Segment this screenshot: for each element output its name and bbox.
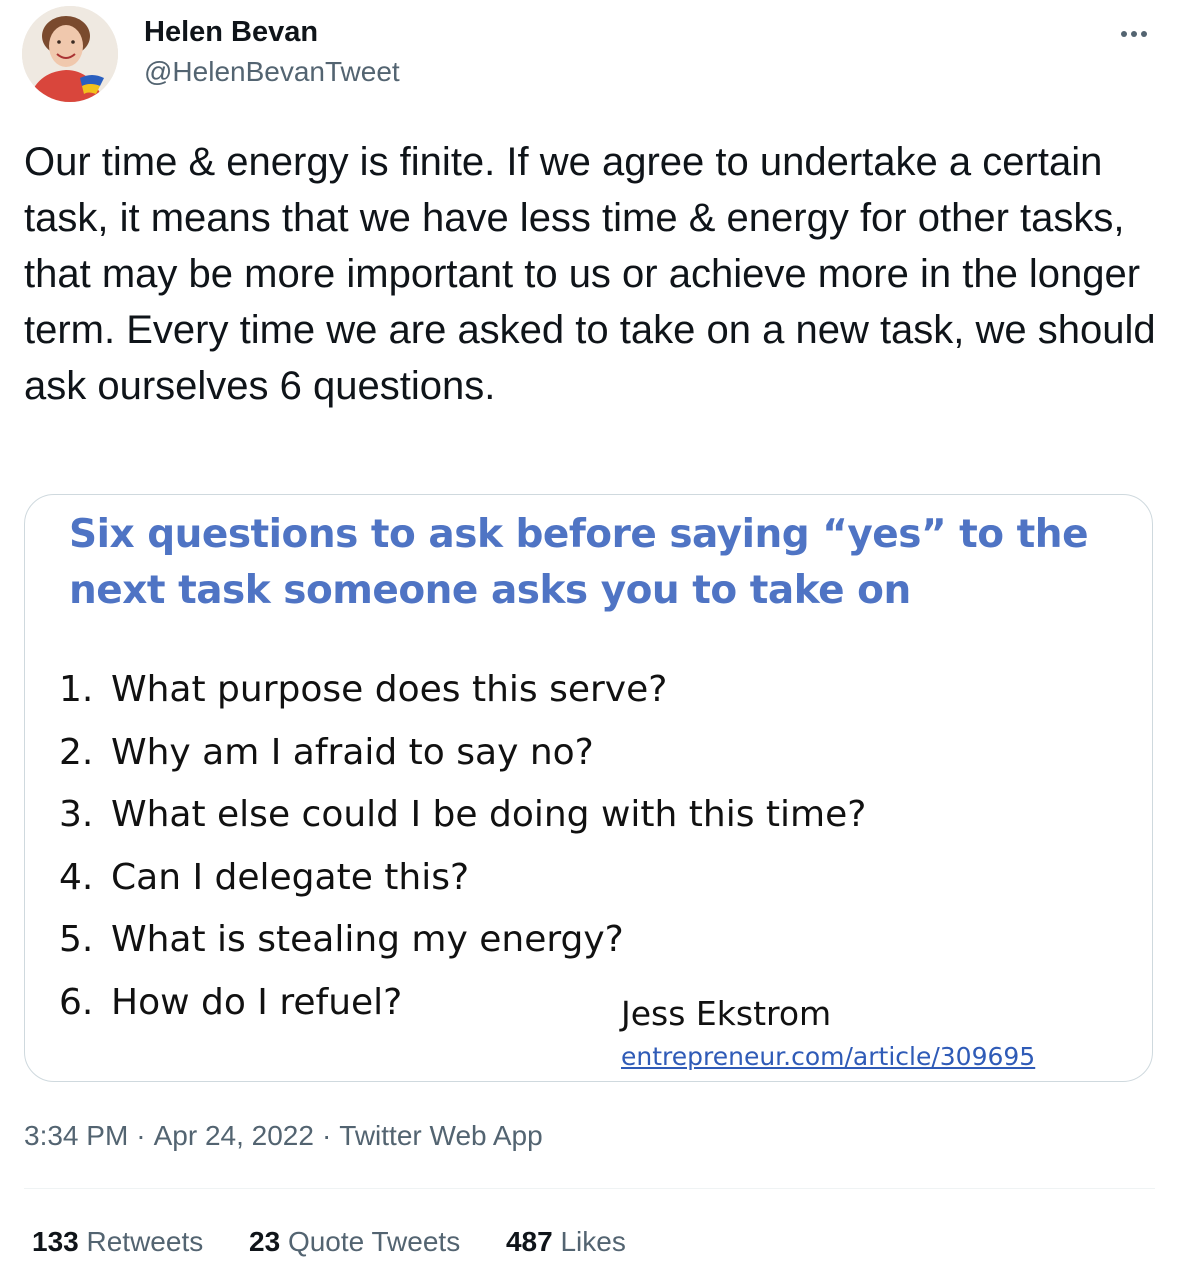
meta-separator: · (321, 1120, 332, 1151)
image-attribution: Jess Ekstrom (621, 994, 832, 1033)
tweet: Helen Bevan @HelenBevanTweet Our time & … (0, 0, 1182, 1276)
quote-tweets-stat[interactable]: 23 Quote Tweets (249, 1222, 460, 1262)
retweets-label: Retweets (86, 1226, 204, 1257)
list-number: 1. (59, 669, 94, 710)
tweet-stats: 133 Retweets 23 Quote Tweets 487 Likes (32, 1222, 664, 1262)
retweets-stat[interactable]: 133 Retweets (32, 1222, 203, 1262)
tweet-text: Our time & energy is finite. If we agree… (24, 140, 1156, 408)
divider (24, 1188, 1155, 1189)
list-item: 2. Why am I afraid to say no? (59, 722, 866, 785)
quote-tweets-count: 23 (249, 1226, 281, 1257)
author-name[interactable]: Helen Bevan (144, 14, 318, 50)
quote-tweets-label: Quote Tweets (287, 1226, 461, 1257)
tweet-image[interactable]: Six questions to ask before saying “yes”… (24, 494, 1153, 1082)
more-horizontal-icon (1121, 31, 1147, 37)
list-item: 4. Can I delegate this? (59, 847, 866, 910)
list-item: 1. What purpose does this serve? (59, 659, 866, 722)
retweets-count: 133 (32, 1226, 79, 1257)
list-item: 5. What is stealing my energy? (59, 909, 866, 972)
likes-count: 487 (505, 1226, 553, 1257)
tweet-date[interactable]: Apr 24, 2022 (154, 1120, 314, 1151)
tweet-time[interactable]: 3:34 PM (24, 1120, 128, 1151)
question-text: Can I delegate this? (111, 856, 470, 898)
list-number: 3. (59, 794, 94, 835)
question-text: What is stealing my energy? (111, 919, 624, 960)
question-text: What else could I be doing with this tim… (111, 794, 867, 835)
list-number: 6. (59, 981, 94, 1023)
question-list: 1. What purpose does this serve? 2. Why am… (59, 659, 866, 1034)
list-item: 3. What else could I be doing with this t… (59, 784, 866, 847)
likes-label: Likes (560, 1226, 626, 1257)
image-source-link: entrepreneur.com/article/309695 (621, 1042, 1036, 1071)
tweet-source[interactable]: Twitter Web App (339, 1120, 542, 1151)
likes-stat[interactable]: 487 Likes (506, 1222, 626, 1262)
image-title: Six questions to ask before saying “yes”… (69, 512, 1089, 613)
list-number: 2. (59, 731, 94, 773)
avatar[interactable] (22, 6, 118, 102)
question-text: What purpose does this serve? (111, 669, 668, 710)
list-number: 4. (59, 856, 94, 898)
question-text: Why am I afraid to say no? (111, 731, 594, 773)
list-number: 5. (59, 919, 94, 960)
author-handle[interactable]: @HelenBevanTweet (144, 54, 400, 90)
tweet-meta: 3:34 PM · Apr 24, 2022 · Twitter Web App (24, 1116, 543, 1156)
more-button[interactable] (1114, 20, 1154, 48)
meta-separator: · (136, 1120, 146, 1151)
profile-photo-icon (22, 6, 118, 102)
question-text: How do I refuel? (111, 981, 403, 1023)
